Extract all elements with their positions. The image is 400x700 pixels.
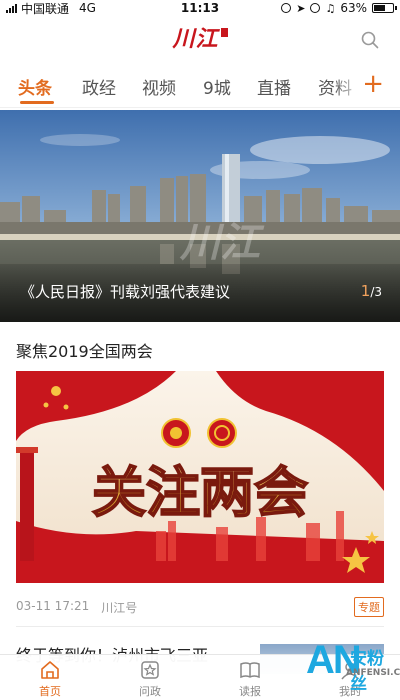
site-watermark-logo: AN 安粉丝 ANFENSI.COM xyxy=(306,638,400,700)
topic-meta: 03-11 17:21 川江号 xyxy=(16,599,137,616)
logo-text: 川江 xyxy=(172,26,219,52)
search-button[interactable] xyxy=(360,30,380,50)
site-watermark-domain: ANFENSI.COM xyxy=(346,668,400,678)
banner-watermark: 川江 xyxy=(180,219,260,266)
status-bar: 中国联通 4G 11:13 ➤ ♫ 63% xyxy=(0,0,400,16)
tab-nine-cities[interactable]: 9城 xyxy=(203,74,231,99)
nav-newspaper-label: 读报 xyxy=(239,685,261,698)
logo-seal-icon xyxy=(220,27,228,37)
two-sessions-poster: 关注两会 xyxy=(16,371,384,583)
topic-cover-image[interactable]: 关注两会 xyxy=(16,371,384,583)
headline-banner[interactable]: 川江 《人民日报》刊载刘强代表建议 1/3 xyxy=(0,110,400,322)
poster-slogan: 关注两会 xyxy=(92,460,308,524)
topic-source: 川江号 xyxy=(101,601,138,615)
search-icon xyxy=(361,31,379,49)
lock-rotation-icon xyxy=(281,3,292,13)
active-tab-indicator xyxy=(20,101,54,104)
topic-section-title[interactable]: 聚焦2019全国两会 xyxy=(16,338,153,362)
topic-tag-badge: 专题 xyxy=(354,597,384,617)
divider xyxy=(16,626,384,627)
channel-tabs: 头条 政经 视频 9城 直播 资料 + xyxy=(0,64,400,108)
nav-home[interactable]: 首页 xyxy=(10,659,90,699)
nav-newspaper[interactable]: 读报 xyxy=(210,659,290,699)
banner-title: 《人民日报》刊载刘强代表建议 xyxy=(20,283,231,301)
book-icon xyxy=(240,662,260,679)
app-logo: 川江 xyxy=(168,20,232,54)
status-right: ➤ ♫ 63% xyxy=(281,0,397,16)
banner-pager: 1/3 xyxy=(361,282,382,300)
topic-date: 03-11 17:21 xyxy=(16,599,90,613)
nav-inquiry[interactable]: 问政 xyxy=(110,659,190,699)
star-badge-icon xyxy=(141,661,159,679)
nav-inquiry-label: 问政 xyxy=(139,685,161,698)
pager-current: 1 xyxy=(360,282,371,300)
app-header: 川江 xyxy=(0,16,400,60)
battery-percent: 63% xyxy=(340,1,367,15)
battery-icon xyxy=(372,3,397,13)
tabs-fade xyxy=(334,64,362,106)
add-channel-button[interactable]: + xyxy=(362,70,384,98)
headphones-icon: ♫ xyxy=(325,1,336,15)
location-icon: ➤ xyxy=(296,1,306,15)
pager-total: /3 xyxy=(370,285,382,299)
nav-home-label: 首页 xyxy=(39,685,61,698)
tab-live[interactable]: 直播 xyxy=(257,74,291,99)
tab-politics-economy[interactable]: 政经 xyxy=(82,74,116,99)
tab-video[interactable]: 视频 xyxy=(142,74,176,99)
tab-headlines[interactable]: 头条 xyxy=(18,74,52,99)
home-icon xyxy=(41,661,59,679)
alarm-icon xyxy=(310,3,321,13)
